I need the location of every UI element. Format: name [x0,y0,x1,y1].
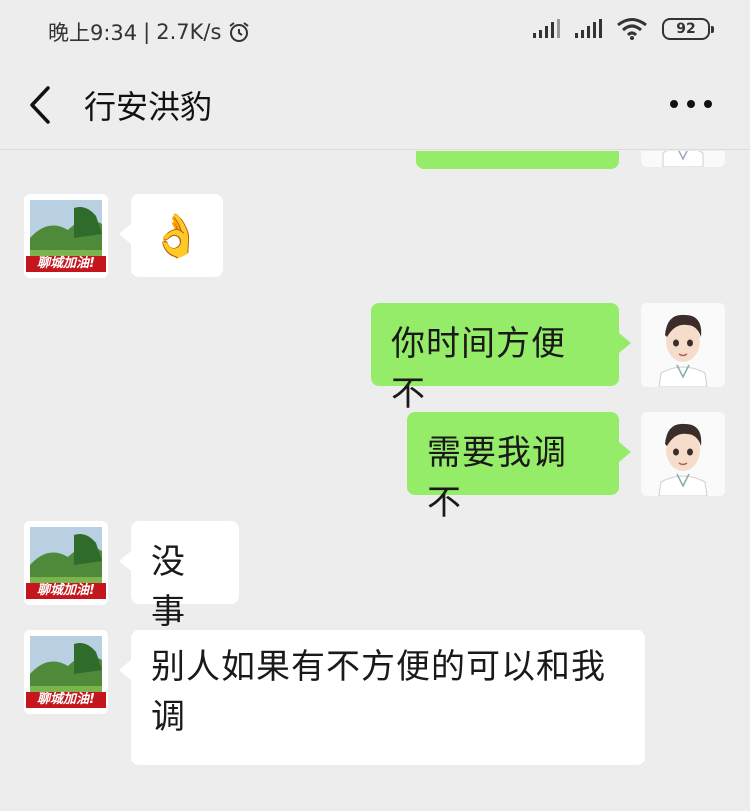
more-button[interactable] [668,92,714,116]
avatar-caption: 聊城加油! [37,692,95,707]
contact-avatar[interactable]: 聊城加油! [24,521,108,605]
signal-icon [575,19,602,38]
back-button[interactable] [24,80,60,130]
avatar-caption: 聊城加油! [37,256,95,271]
cartoon-man-avatar [641,303,725,387]
message-text: 别人如果有不方便的可以和我调 [151,647,606,737]
my-avatar[interactable] [641,412,725,496]
message-text: 你时间方便不 [391,324,566,414]
status-time: 晚上9:34 [48,21,138,45]
status-bar: 晚上9:34 | 2.7K/s 92 [0,0,750,62]
my-avatar[interactable] [641,151,725,167]
message-bubble-me[interactable]: 需要我调不 [407,412,631,523]
status-separator: | [143,20,151,44]
more-dots-icon [670,100,712,108]
message-bubble-other[interactable]: 👌 [119,194,223,277]
network-speed: 2.7K/s [156,20,222,44]
message-bubble-me[interactable]: 你时间方便不 [371,303,631,414]
wifi-icon [617,18,647,40]
status-right: 92 [532,17,714,41]
contact-avatar[interactable]: 聊城加油! [24,630,108,714]
chat-title: 行安洪豹 [84,88,213,126]
battery-level: 92 [676,21,696,37]
contact-avatar[interactable]: 聊城加油! [24,194,108,278]
message-bubble-other[interactable]: 没事 [119,521,239,632]
signal-icon [533,19,560,38]
my-avatar[interactable] [641,303,725,387]
cartoon-man-avatar [641,412,725,496]
cartoon-man-avatar [641,151,725,167]
ok-hand-emoji: 👌 [150,211,204,260]
message-text: 需要我调不 [427,433,567,523]
battery-icon: 92 [662,18,714,40]
status-left: 晚上9:34 | 2.7K/s [48,17,251,47]
chevron-left-icon [30,86,50,124]
avatar-caption: 聊城加油! [37,583,95,598]
message-bubble-me[interactable] [416,151,619,169]
alarm-icon [229,22,250,42]
message-bubble-other[interactable]: 别人如果有不方便的可以和我调 [119,630,645,765]
message-text: 没事 [151,542,186,632]
message-list[interactable]: 聊城加油! 👌 你时间方便不 需要我调不 聊城加油! 没事 聊城加油! 别人如果… [0,151,750,811]
chat-header: 行安洪豹 [0,62,750,150]
